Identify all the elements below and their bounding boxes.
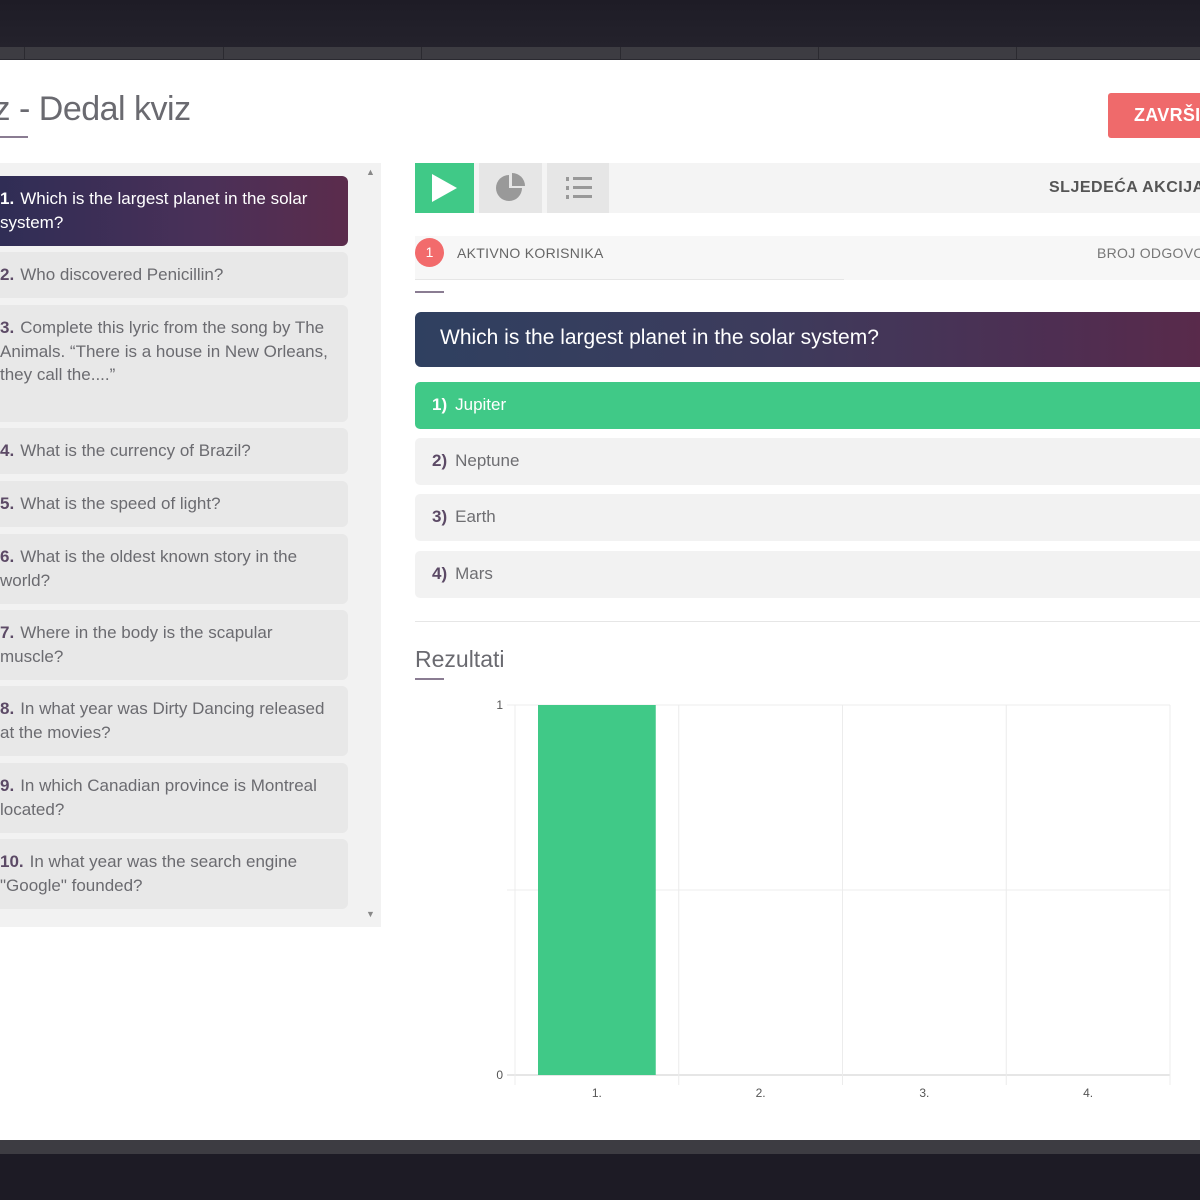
- question-item-10[interactable]: 10. In what year was the search engine "G…: [0, 839, 348, 909]
- title-underline: [0, 136, 28, 138]
- y-tick-label: 1: [496, 698, 503, 712]
- question-text: What is the oldest known story in the wo…: [0, 547, 298, 590]
- x-tick-label: 2.: [756, 1086, 766, 1100]
- question-list-scrollbar[interactable]: ▲ ▼: [360, 163, 381, 927]
- answer-text: Neptune: [455, 451, 520, 470]
- active-users-row: 1 AKTIVNO KORISNIKA BROJ ODGOVORA: [415, 236, 1200, 280]
- question-item-5[interactable]: 5. What is the speed of light?: [0, 481, 348, 527]
- answer-option-3[interactable]: 3) Earth: [415, 494, 1200, 541]
- answer-number: 4): [432, 564, 448, 583]
- question-number: 5.: [0, 494, 15, 513]
- finish-button[interactable]: ZAVRŠI: [1108, 93, 1200, 138]
- question-item-8[interactable]: 8. In what year was Dirty Dancing release…: [0, 686, 348, 756]
- play-button[interactable]: [415, 163, 474, 213]
- next-action-button[interactable]: SLJEDEĆA AKCIJA: [1049, 179, 1200, 197]
- results-title: Rezultati: [415, 646, 505, 672]
- bar-1: [538, 705, 656, 1075]
- question-item-6[interactable]: 6. What is the oldest known story in the …: [0, 534, 348, 604]
- question-text: What is the speed of light?: [20, 494, 221, 513]
- question-list: 1. Which is the largest planet in the sol…: [0, 163, 360, 927]
- stats-button[interactable]: [479, 163, 542, 213]
- top-dark-bar: [0, 0, 1200, 47]
- question-text: Where in the body is the scapular muscle…: [0, 623, 273, 666]
- question-text: Which is the largest planet in the solar…: [0, 189, 308, 232]
- y-tick-label: 0: [496, 1068, 503, 1082]
- question-text: Who discovered Penicillin?: [20, 265, 224, 284]
- question-number: 9.: [0, 776, 15, 795]
- question-text: In what year was Dirty Dancing released …: [0, 699, 325, 742]
- x-tick-label: 3.: [919, 1086, 929, 1100]
- active-users-label: AKTIVNO KORISNIKA: [457, 245, 604, 261]
- question-number: 8.: [0, 699, 15, 718]
- question-item-1[interactable]: 1. Which is the largest planet in the sol…: [0, 176, 348, 246]
- footer-dark-bar: [0, 1154, 1200, 1200]
- tab-strip: [0, 47, 1200, 60]
- pie-chart-icon: [496, 173, 525, 201]
- results-bar-chart: 0 1 1. 2. 3. 4.: [496, 698, 1171, 1100]
- play-icon: [432, 174, 457, 202]
- question-number: 7.: [0, 623, 15, 642]
- answer-option-1[interactable]: 1) Jupiter: [415, 382, 1200, 429]
- answer-number: 3): [432, 507, 448, 526]
- question-item-4[interactable]: 4. What is the currency of Brazil?: [0, 428, 348, 474]
- question-text: What is the currency of Brazil?: [20, 441, 251, 460]
- bottom-bar: [0, 1140, 1200, 1154]
- answer-number: 1): [432, 395, 448, 414]
- question-text: Complete this lyric from the song by The…: [0, 318, 328, 384]
- question-number: 10.: [0, 852, 24, 871]
- list-button[interactable]: [547, 163, 609, 213]
- answers-count-label: BROJ ODGOVORA: [1097, 245, 1200, 261]
- question-list-panel: 1. Which is the largest planet in the sol…: [0, 163, 381, 927]
- question-item-2[interactable]: 2. Who discovered Penicillin?: [0, 252, 348, 298]
- answer-option-4[interactable]: 4) Mars: [415, 551, 1200, 598]
- question-number: 2.: [0, 265, 15, 284]
- question-number: 3.: [0, 318, 15, 337]
- question-number: 1.: [0, 189, 15, 208]
- x-tick-label: 1.: [592, 1086, 602, 1100]
- question-text: In what year was the search engine "Goog…: [0, 852, 298, 895]
- question-item-3[interactable]: 3. Complete this lyric from the song by T…: [0, 305, 348, 422]
- question-item-7[interactable]: 7. Where in the body is the scapular musc…: [0, 610, 348, 680]
- question-number: 6.: [0, 547, 15, 566]
- answer-number: 2): [432, 451, 448, 470]
- active-users-badge: 1: [415, 238, 444, 267]
- answer-text: Mars: [455, 564, 493, 583]
- x-tick-label: 4.: [1083, 1086, 1093, 1100]
- question-text: In which Canadian province is Montreal l…: [0, 776, 317, 819]
- quiz-toolbar: SLJEDEĆA AKCIJA: [415, 163, 1200, 213]
- list-icon: [566, 177, 592, 199]
- answer-text: Jupiter: [455, 395, 507, 414]
- question-number: 4.: [0, 441, 15, 460]
- scroll-down-icon[interactable]: ▼: [366, 909, 375, 919]
- quiz-page: viz - Dedal kviz ZAVRŠI 1.Which is the l…: [0, 60, 1200, 1140]
- scroll-up-icon[interactable]: ▲: [366, 167, 375, 177]
- answer-option-2[interactable]: 2) Neptune: [415, 438, 1200, 485]
- section-dash: [415, 678, 444, 680]
- answer-text: Earth: [455, 507, 496, 526]
- divider: [415, 621, 1200, 622]
- divider: [415, 279, 844, 280]
- section-dash: [415, 291, 444, 293]
- question-item-9[interactable]: 9. In which Canadian province is Montreal…: [0, 763, 348, 833]
- current-question-header: Which is the largest planet in the solar…: [415, 312, 1200, 367]
- page-title: viz - Dedal kviz: [0, 90, 191, 128]
